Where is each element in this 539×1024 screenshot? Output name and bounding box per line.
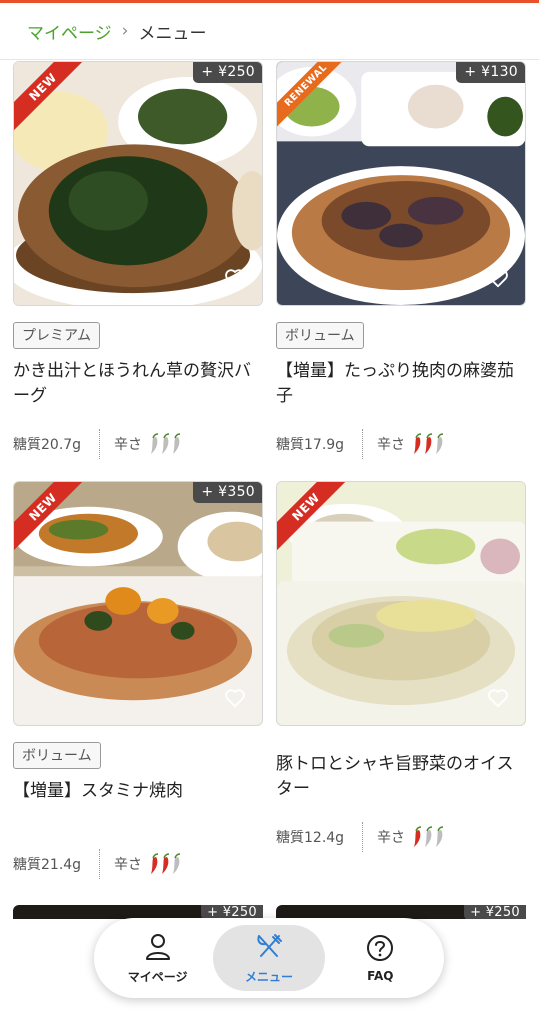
bottom-nav: マイページ メニュー FAQ [94,918,444,998]
category-badge: ボリューム [13,742,101,769]
menu-card[interactable]: RENEWAL + ¥130 ボリューム 【増量】たっぷり挽肉の麻婆茄子 糖質1… [276,61,526,459]
menu-meta: 糖質21.4g 辛さ [13,849,263,879]
menu-title[interactable]: 豚トロとシャキ旨野菜のオイスター [276,752,526,802]
spice-label: 辛さ [377,830,405,846]
ribbon: NEW [14,482,84,552]
carb-value: 糖質17.9g [276,437,345,453]
menu-card-peek[interactable]: + ¥250 [13,905,263,919]
spice-level [148,433,181,455]
menu-title[interactable]: 【増量】スタミナ焼肉 [13,779,263,829]
menu-card[interactable]: NEW + ¥350 ボリューム 【増量】スタミナ焼肉 糖質21.4g 辛さ [13,481,263,879]
spice-level [411,433,444,455]
category-badge: ボリューム [276,322,364,349]
price-tag: + ¥350 [193,482,262,503]
menu-photo[interactable]: NEW + ¥250 [13,61,263,306]
chili-empty-icon [436,826,444,847]
menu-card[interactable]: NEW + ¥250 プレミアム かき出汁とほうれん草の贅沢バーグ 糖質20.7… [13,61,263,459]
price-tag: + ¥130 [456,62,525,83]
chili-empty-icon [173,853,181,874]
ribbon: RENEWAL [277,62,347,132]
menu-card-peek[interactable]: + ¥250 [276,905,526,919]
menu-card[interactable]: NEW 豚トロとシャキ旨野菜のオイスター 糖質12.4g 辛さ [276,481,526,852]
meta-divider [99,429,100,459]
ribbon: NEW [14,62,84,132]
heart-icon[interactable] [224,267,246,289]
fork-knife-icon [257,933,282,957]
heart-icon[interactable] [224,687,246,709]
menu-photo[interactable]: NEW [276,481,526,726]
menu-title[interactable]: 【増量】たっぷり挽肉の麻婆茄子 [276,359,526,409]
nav-label: FAQ [367,969,394,983]
price-tag: + ¥250 [201,905,263,919]
nav-label: メニュー [244,969,293,984]
nav-mypage[interactable]: マイページ [102,925,213,991]
nav-faq[interactable]: FAQ [325,925,436,991]
ribbon: NEW [277,482,347,552]
menu-photo: + ¥250 [13,905,263,919]
menu-meta: 糖質12.4g 辛さ [276,822,526,852]
price-tag: + ¥250 [193,62,262,83]
menu-meta: 糖質20.7g 辛さ [13,429,263,459]
meta-divider [99,849,100,879]
category-badge: プレミアム [13,322,101,349]
spice-level [148,853,181,875]
nav-menu[interactable]: メニュー [213,925,325,991]
menu-meta: 糖質17.9g 辛さ [276,429,526,459]
menu-photo[interactable]: NEW + ¥350 [13,481,263,726]
price-tag: + ¥250 [464,905,526,919]
chili-empty-icon [436,433,444,454]
spice-label: 辛さ [377,437,405,453]
meta-divider [362,822,363,852]
meta-divider [362,429,363,459]
carb-value: 糖質21.4g [13,857,82,873]
spice-label: 辛さ [114,437,142,453]
menu-title[interactable]: かき出汁とほうれん草の贅沢バーグ [13,359,263,409]
spice-label: 辛さ [114,857,142,873]
carb-value: 糖質20.7g [13,437,82,453]
carb-value: 糖質12.4g [276,830,345,846]
question-circle-icon [367,935,394,961]
menu-photo: + ¥250 [276,905,526,919]
menu-grid: NEW + ¥250 プレミアム かき出汁とほうれん草の贅沢バーグ 糖質20.7… [0,0,539,1024]
nav-label: マイページ [127,969,188,984]
menu-photo[interactable]: RENEWAL + ¥130 [276,61,526,306]
chili-empty-icon [173,433,181,454]
heart-icon[interactable] [487,267,509,289]
heart-icon[interactable] [487,687,509,709]
spice-level [411,826,444,848]
person-icon [145,933,170,960]
